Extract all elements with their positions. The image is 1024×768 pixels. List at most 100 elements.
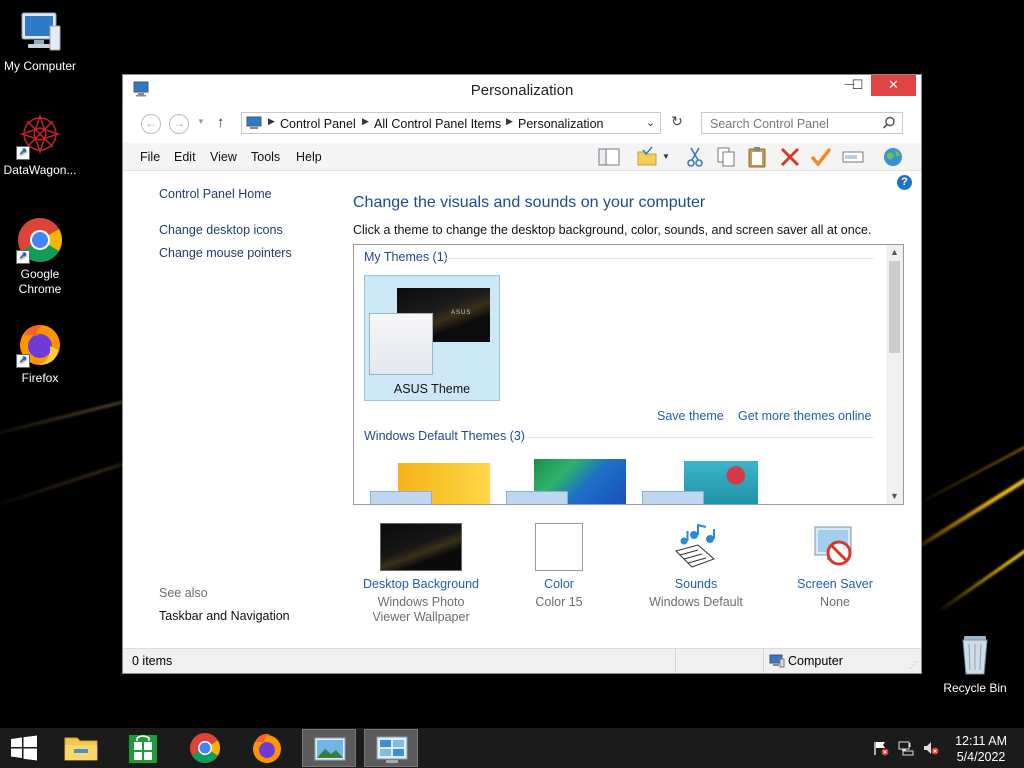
menu-help[interactable]: Help [296,150,322,164]
color-link[interactable]: Color [509,577,609,591]
sidebar-control-panel-home[interactable]: Control Panel Home [159,187,272,201]
breadcrumb-all-items[interactable]: All Control Panel Items [374,117,501,131]
copy-icon[interactable] [714,146,738,168]
desktop-icon-label: Google Chrome [18,267,62,296]
taskbar-photos[interactable] [302,729,356,767]
photos-icon [314,737,346,761]
menu-file[interactable]: File [140,150,160,164]
page-heading: Change the visuals and sounds on your co… [353,194,706,211]
search-icon[interactable] [882,116,896,130]
taskbar-control-panel[interactable] [364,729,418,767]
resize-grip-icon[interactable]: ⋰ [909,660,918,671]
windows-logo-icon [11,735,37,761]
theme-tile-asus[interactable]: ASUS ASUS Theme [364,275,500,401]
taskbar-file-explorer[interactable] [54,729,108,767]
internet-globe-icon[interactable] [881,146,905,168]
action-center-flag-icon[interactable] [872,740,890,756]
shortcut-arrow-icon: ↗ [16,250,30,264]
folder-options-icon[interactable] [635,146,659,168]
desktop-icon-google-chrome[interactable]: ↗ Google Chrome [0,216,80,297]
paste-icon[interactable] [745,146,769,168]
firefox-icon [253,733,281,763]
shortcut-arrow-icon: ↗ [16,146,30,160]
desktop-icon-firefox[interactable]: ↗ Firefox [0,320,80,386]
folder-options-dropdown-icon[interactable]: ▼ [662,146,674,168]
shortcut-arrow-icon: ↗ [16,354,30,368]
delete-icon[interactable] [778,146,802,168]
sidebar-change-desktop-icons[interactable]: Change desktop icons [159,223,283,237]
theme-tile-flowers[interactable] [640,459,764,504]
sidebar-change-mouse-pointers[interactable]: Change mouse pointers [159,246,292,260]
computer-icon [769,654,785,668]
taskbar-firefox[interactable] [240,729,294,767]
color-setting[interactable]: Color Color 15 [509,523,609,610]
breadcrumb-control-panel[interactable]: Control Panel [280,117,356,131]
themes-list[interactable]: My Themes (1) ASUS ASUS Theme Save theme… [353,244,904,505]
help-icon[interactable]: ? [897,175,912,190]
rename-icon[interactable] [841,146,865,168]
theme-window-color-preview [370,491,432,504]
search-box[interactable]: Search Control Panel [701,112,903,134]
group-divider [446,258,874,259]
refresh-button[interactable]: ↻ [665,113,689,135]
close-button[interactable]: ✕ [871,75,916,96]
forward-button[interactable]: → [169,114,189,134]
properties-check-icon[interactable] [809,146,833,168]
search-input[interactable]: Search Control Panel [710,117,829,131]
address-dropdown-chevron-icon[interactable]: ⌄ [646,116,655,129]
sidebar-taskbar-navigation[interactable]: Taskbar and Navigation [159,609,290,623]
menu-tools[interactable]: Tools [251,150,280,164]
themes-scrollbar[interactable]: ▲ ▼ [886,245,903,504]
theme-tile-windows[interactable] [368,459,492,504]
chrome-icon: ↗ [16,216,64,264]
desktop-background-setting[interactable]: Desktop Background Windows Photo Viewer … [351,523,491,625]
sounds-icon [670,523,722,571]
desktop-icon-recycle-bin[interactable]: Recycle Bin [935,630,1015,696]
start-button[interactable] [0,728,48,768]
file-explorer-icon [64,737,98,761]
screen-saver-value: None [820,595,850,609]
control-panel-icon [246,116,262,130]
layout-pane-icon[interactable] [597,146,621,168]
taskbar-clock[interactable]: 12:11 AM 5/4/2022 [955,733,1007,765]
menu-edit[interactable]: Edit [174,150,196,164]
desktop-background-value: Windows Photo Viewer Wallpaper [372,595,470,624]
breadcrumb-separator-icon: ▶ [362,116,369,126]
recent-locations-chevron-icon[interactable]: ▼ [197,117,205,126]
up-button[interactable]: ↑ [217,114,225,131]
desktop-icon-label: Recycle Bin [943,681,1007,695]
status-item-count: 0 items [132,654,173,668]
network-icon[interactable] [897,740,915,756]
screen-saver-icon [811,523,859,571]
taskbar-chrome[interactable] [178,729,232,767]
back-button[interactable]: ← [141,114,161,134]
title-bar[interactable]: Personalization — ☐ ✕ [123,75,921,105]
sounds-value: Windows Default [649,595,743,609]
volume-muted-icon[interactable] [922,740,940,756]
sounds-link[interactable]: Sounds [639,577,753,591]
color-swatch [535,523,583,571]
scroll-thumb[interactable] [889,261,900,353]
theme-tile-lines-and-colors[interactable] [504,459,628,504]
breadcrumb-personalization[interactable]: Personalization [518,117,603,131]
scroll-up-chevron-icon[interactable]: ▲ [890,247,899,257]
status-divider [675,649,676,673]
screen-saver-setting[interactable]: Screen Saver None [785,523,885,610]
wallpaper-streak [908,432,1024,510]
save-theme-link[interactable]: Save theme [657,409,724,423]
sounds-setting[interactable]: Sounds Windows Default [639,523,753,610]
cut-icon[interactable] [683,146,707,168]
desktop-background-link[interactable]: Desktop Background [351,577,491,591]
desktop-icon-datawagon[interactable]: ↗ DataWagon... [0,112,80,178]
get-more-themes-link[interactable]: Get more themes online [738,409,871,423]
desktop-icon-my-computer[interactable]: My Computer [0,8,80,74]
taskbar-store[interactable] [116,729,170,767]
scroll-down-chevron-icon[interactable]: ▼ [890,491,899,501]
datawagon-icon: ↗ [16,112,64,160]
chrome-icon [190,733,221,764]
menu-view[interactable]: View [210,150,237,164]
breadcrumb-separator-icon: ▶ [506,116,513,126]
screen-saver-link[interactable]: Screen Saver [785,577,885,591]
asus-logo: ASUS [451,310,472,316]
address-bar[interactable]: ▶ Control Panel ▶ All Control Panel Item… [241,112,661,134]
